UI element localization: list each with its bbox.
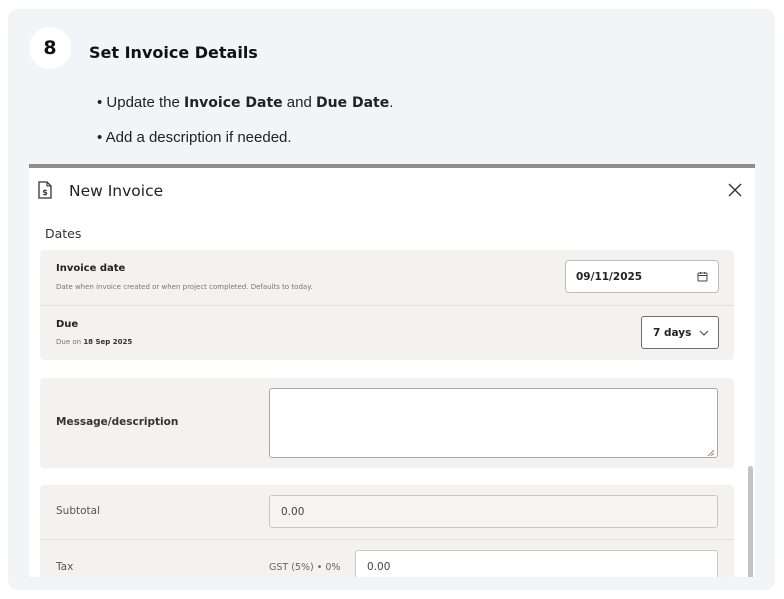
message-label: Message/description (56, 416, 179, 428)
dates-section-label: Dates (45, 226, 82, 241)
due-label: Due (56, 319, 79, 330)
instruction-bullet-dates: • Update the Invoice Date and Due Date. (97, 94, 393, 111)
invoice-date-input[interactable]: 09/11/2025 (565, 260, 719, 293)
scrollbar-thumb[interactable] (748, 466, 753, 577)
row-divider (40, 539, 734, 540)
row-divider (40, 305, 734, 306)
due-terms-value: 7 days (653, 326, 692, 339)
due-help-prefix: Due on (56, 338, 84, 346)
dates-panel: Invoice date Date when invoice created o… (40, 250, 734, 360)
bullet-emphasis-due-date: Due Date (316, 95, 390, 111)
tax-label: Tax (56, 561, 74, 573)
tax-input[interactable]: 0.00 (355, 550, 718, 577)
chevron-down-icon (699, 330, 709, 336)
bullet-text: and (282, 94, 317, 111)
totals-panel: Subtotal 0.00 Tax GST (5%) • 0% 0.00 (40, 485, 734, 577)
bullet-text: • Update the (97, 94, 184, 111)
invoice-date-label: Invoice date (56, 263, 126, 274)
subtotal-field: 0.00 (269, 495, 718, 528)
bullet-emphasis-invoice-date: Invoice Date (183, 95, 283, 111)
invoice-dollar-icon: $ (38, 181, 52, 199)
due-help: Due on 18 Sep 2025 (56, 338, 132, 346)
instruction-bullet-description: • Add a description if needed. (97, 129, 292, 146)
svg-text:$: $ (42, 188, 48, 197)
message-textarea[interactable] (269, 388, 718, 458)
due-terms-select[interactable]: 7 days (641, 316, 719, 349)
due-help-date: 18 Sep 2025 (83, 338, 133, 346)
step-title: Set Invoice Details (89, 43, 258, 62)
invoice-modal-screenshot: $ New Invoice Dates Invoice date Date wh… (29, 164, 755, 577)
subtotal-label: Subtotal (56, 505, 100, 517)
tax-rate-text: GST (5%) • 0% (269, 562, 341, 573)
message-panel: Message/description (40, 378, 734, 468)
resize-grip-icon[interactable] (707, 449, 715, 457)
close-icon[interactable] (727, 182, 743, 198)
tutorial-step-card: 8 Set Invoice Details • Update the Invoi… (8, 9, 775, 590)
calendar-icon[interactable] (697, 271, 708, 282)
modal-title: New Invoice (69, 182, 164, 200)
bullet-text: . (389, 94, 394, 111)
modal-header: $ New Invoice (29, 168, 755, 214)
invoice-date-value: 09/11/2025 (576, 270, 643, 283)
invoice-date-help: Date when invoice created or when projec… (56, 283, 313, 291)
step-number-badge: 8 (29, 27, 71, 69)
